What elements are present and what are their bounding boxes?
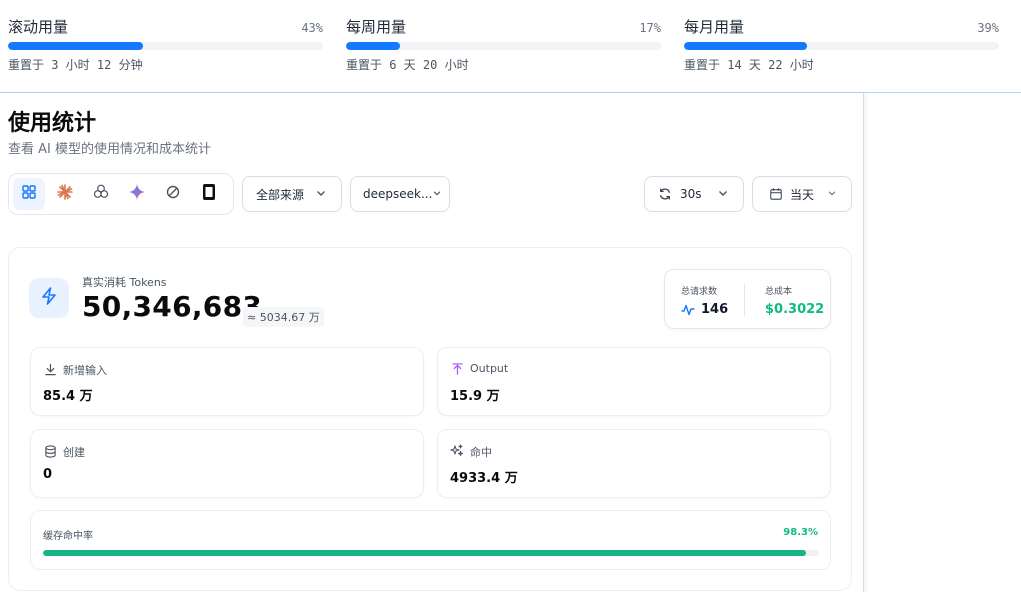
summary-divider	[744, 284, 745, 316]
claude-icon	[56, 183, 74, 205]
usage-progress-fill	[346, 42, 400, 50]
usage-title: 滚动用量	[8, 18, 69, 36]
metric-input-value: 85.4 万	[43, 389, 93, 404]
provider-all-button[interactable]	[13, 178, 45, 210]
calendar-icon	[769, 187, 783, 201]
cache-hit-rate-card: 缓存命中率 98.3%	[30, 510, 831, 570]
provider-openai-button[interactable]	[85, 178, 117, 210]
usage-weekly: 每周用量 17% 重置于 6 天 20 小时	[346, 16, 661, 73]
usage-reset-text: 重置于 6 天 20 小时	[346, 58, 469, 72]
cache-hit-rate-percent: 98.3%	[783, 527, 818, 538]
download-icon	[43, 362, 57, 376]
lightning-bolt-icon	[39, 286, 59, 310]
chevron-down-icon	[827, 187, 837, 201]
usage-monthly: 每月用量 39% 重置于 14 天 22 小时	[684, 16, 999, 73]
date-range-select[interactable]: 当天	[752, 176, 852, 212]
model-select-value: deepseek...	[363, 187, 433, 201]
usage-stats-panel: 使用统计 查看 AI 模型的使用情况和成本统计 全部来源 deepseek...…	[0, 93, 864, 592]
metric-hit-card: 命中 4933.4 万	[437, 429, 831, 498]
metric-create-label: 创建	[63, 446, 85, 459]
provider-claude-button[interactable]	[49, 178, 81, 210]
usage-percent: 17%	[639, 21, 661, 35]
date-range-value: 当天	[790, 187, 815, 202]
bolt-icon-box	[29, 278, 69, 318]
page-subtitle: 查看 AI 模型的使用情况和成本统计	[8, 142, 211, 157]
usage-percent: 39%	[977, 21, 999, 35]
usage-progress-fill	[684, 42, 807, 50]
metric-create-card: 创建 0	[30, 429, 424, 498]
usage-title: 每周用量	[346, 18, 407, 36]
metric-input-card: 新增输入 85.4 万	[30, 347, 424, 416]
metric-output-value: 15.9 万	[450, 389, 500, 404]
metric-create-value: 0	[43, 467, 53, 482]
usage-progress-track	[346, 42, 661, 50]
usage-title: 每月用量	[684, 18, 745, 36]
usage-progress-fill	[8, 42, 144, 50]
upload-icon	[450, 362, 464, 376]
gemini-icon	[128, 183, 146, 205]
cache-hit-rate-track	[43, 550, 819, 556]
openai-icon	[92, 183, 110, 205]
usage-rolling: 滚动用量 43% 重置于 3 小时 12 分钟	[8, 16, 323, 73]
model-select[interactable]: deepseek...	[350, 176, 450, 212]
requests-value: 146	[701, 302, 729, 317]
device-icon	[202, 183, 216, 205]
cache-hit-rate-fill	[43, 550, 806, 556]
refresh-interval-value: 30s	[680, 187, 702, 201]
metric-hit-value: 4933.4 万	[450, 471, 518, 486]
metric-hit-label: 命中	[470, 446, 492, 459]
tokens-approx-badge: ≈ 5034.67 万	[243, 307, 324, 327]
usage-percent: 43%	[301, 21, 323, 35]
sparkles-icon	[450, 444, 464, 458]
chevron-down-icon	[315, 187, 327, 202]
database-icon	[43, 444, 57, 458]
cost-value: $0.3022	[765, 302, 825, 317]
usage-reset-text: 重置于 14 天 22 小时	[684, 58, 814, 72]
source-select-value: 全部来源	[256, 187, 305, 202]
cost-label: 总成本	[765, 287, 793, 297]
tokens-value: 50,346,683	[82, 290, 263, 323]
provider-device-button[interactable]	[193, 178, 225, 210]
cache-hit-rate-label: 缓存命中率	[43, 531, 93, 542]
requests-label: 总请求数	[681, 287, 718, 297]
source-select[interactable]: 全部来源	[242, 176, 342, 212]
page-title: 使用统计	[8, 111, 97, 136]
provider-gemini-button[interactable]	[121, 178, 153, 210]
provider-filter-group	[8, 173, 234, 215]
refresh-icon	[658, 187, 672, 201]
metric-input-label: 新增输入	[63, 364, 107, 377]
metric-output-label: Output	[470, 362, 509, 375]
pulse-icon	[681, 304, 695, 316]
tokens-label: 真实消耗 Tokens	[82, 276, 167, 289]
provider-other-button[interactable]	[157, 178, 189, 210]
usage-progress-track	[684, 42, 999, 50]
metric-output-card: Output 15.9 万	[437, 347, 831, 416]
refresh-model-icon	[165, 184, 181, 204]
chevron-down-icon	[432, 187, 442, 201]
usage-progress-track	[8, 42, 323, 50]
usage-strip: 滚动用量 43% 重置于 3 小时 12 分钟 每周用量 17% 重置于 6 天…	[0, 0, 1021, 93]
token-stats-card: 真实消耗 Tokens 50,346,683 ≈ 5034.67 万 总请求数 …	[8, 247, 852, 591]
summary-box: 总请求数 146 总成本 $0.3022	[664, 269, 831, 329]
refresh-interval-select[interactable]: 30s	[644, 176, 744, 212]
usage-reset-text: 重置于 3 小时 12 分钟	[8, 58, 143, 72]
grid-icon	[21, 184, 37, 204]
chevron-down-icon	[717, 187, 729, 202]
